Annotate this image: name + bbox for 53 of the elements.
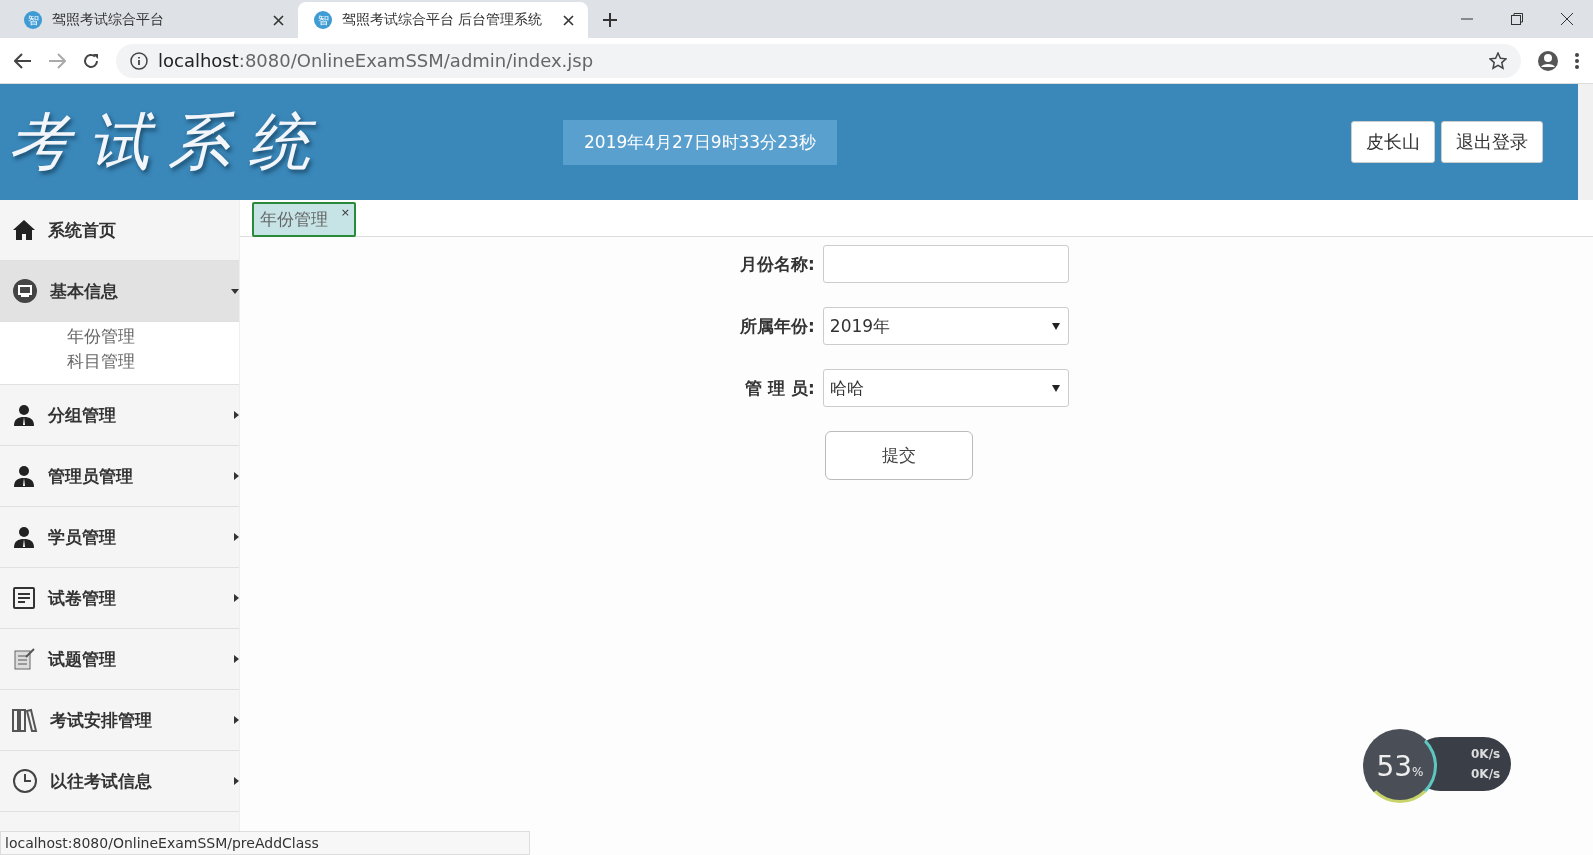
notepad-icon [12, 647, 36, 671]
page-tab[interactable]: 年份管理 × [252, 202, 356, 237]
close-icon[interactable] [563, 14, 574, 26]
browser-tab[interactable]: 智 驾照考试综合平台 [8, 2, 298, 38]
status-bar: localhost:8080/OnlineExamSSM/preAddClass [0, 831, 530, 855]
field-label: 所属年份: [740, 314, 815, 338]
download-speed: 0K/s [1470, 767, 1502, 781]
header-button[interactable]: 退出登录 [1441, 121, 1543, 163]
caret-down-icon [231, 288, 239, 294]
document-icon [12, 586, 36, 610]
usage-percent: 53% [1376, 749, 1424, 783]
submit-button[interactable]: 提交 [824, 431, 973, 480]
back-icon[interactable] [14, 52, 32, 69]
favicon: 智 [314, 11, 332, 29]
scrollbar[interactable] [1578, 84, 1593, 200]
tab-label: 年份管理 [260, 208, 328, 231]
select-field[interactable]: 哈哈 [822, 369, 1069, 407]
person-icon [12, 526, 36, 548]
field-label: 管 理 员: [744, 376, 815, 400]
tab-title: 驾照考试综合平台 [52, 11, 165, 29]
caret-down-icon [1051, 384, 1060, 392]
input-field[interactable] [822, 245, 1069, 283]
field-label: 月份名称: [740, 252, 815, 276]
person-icon [12, 404, 36, 426]
person-icon [12, 465, 36, 487]
favicon: 智 [24, 11, 42, 29]
house-icon [12, 219, 36, 241]
books-icon [12, 708, 38, 732]
submenu-item[interactable]: 年份管理 [67, 324, 239, 349]
clock: 2019年4月27日9时33分23秒 [563, 119, 837, 165]
close-icon[interactable] [273, 14, 284, 26]
clock-icon [12, 768, 38, 794]
new-tab-icon[interactable] [602, 12, 618, 28]
upload-speed: 0K/s [1470, 747, 1502, 761]
sidebar-item[interactable]: 基本信息 [0, 261, 239, 322]
submenu-item[interactable]: 科目管理 [67, 349, 239, 374]
more-icon[interactable] [1575, 51, 1579, 70]
close-icon[interactable] [1561, 13, 1573, 25]
tab-title: 驾照考试综合平台 后台管理系统 [342, 11, 544, 29]
reload-icon[interactable] [82, 51, 100, 70]
address-field[interactable]: localhost:8080/OnlineExamSSM/admin/index.jsp [116, 43, 1521, 78]
info-icon [130, 51, 148, 70]
header-button[interactable]: 皮长山 [1351, 121, 1435, 163]
monitor-icon [12, 278, 38, 304]
logo: 考试系统 [8, 104, 329, 180]
select-field[interactable]: 2019年 [822, 307, 1069, 345]
caret-down-icon [1051, 322, 1060, 330]
restore-icon[interactable] [1511, 13, 1523, 25]
star-icon[interactable] [1489, 51, 1507, 70]
close-button[interactable]: × [340, 206, 350, 219]
account-icon[interactable] [1537, 49, 1559, 72]
url-text: localhost:8080/OnlineExamSSM/admin/index.jsp [158, 50, 594, 71]
browser-tab[interactable]: 智 驾照考试综合平台 后台管理系统 [298, 2, 588, 38]
